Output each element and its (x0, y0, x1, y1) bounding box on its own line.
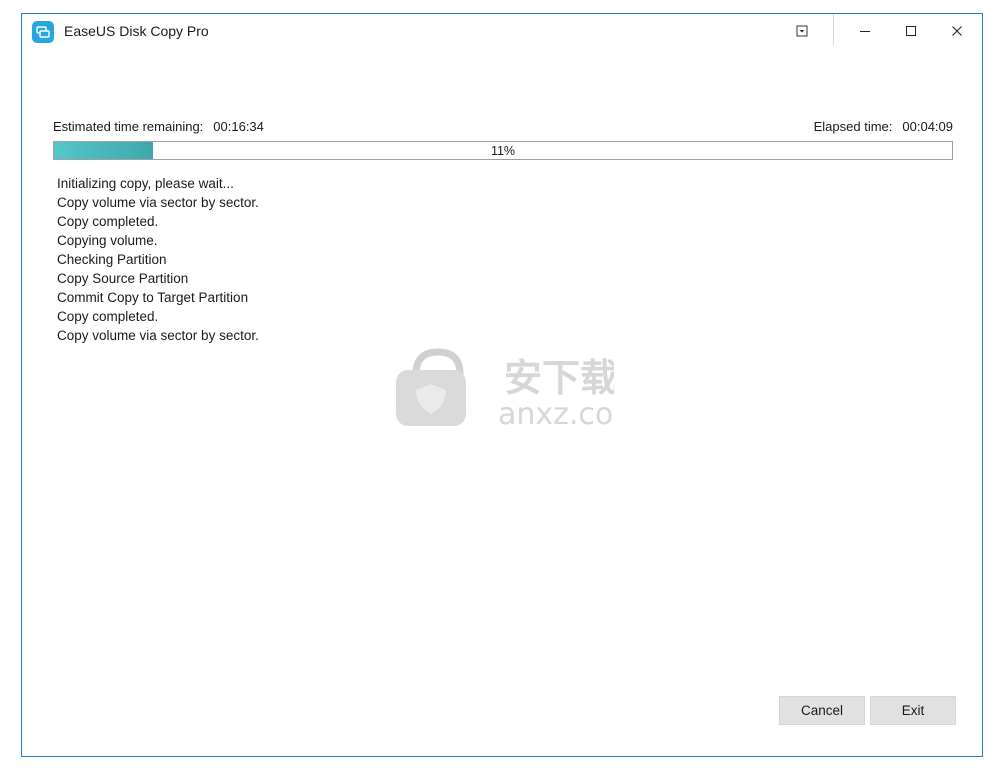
estimated-time: Estimated time remaining: 00:16:34 (53, 119, 264, 134)
cancel-button[interactable]: Cancel (779, 696, 865, 725)
log-line: Initializing copy, please wait... (57, 176, 234, 191)
elapsed-time: Elapsed time: 00:04:09 (814, 119, 953, 134)
maximize-icon (906, 25, 916, 36)
dropdown-menu-button[interactable] (779, 14, 825, 47)
log-line: Copy volume via sector by sector. (57, 328, 259, 343)
copy-progress-bar: 11% (53, 141, 953, 160)
log-line: Copy completed. (57, 214, 159, 229)
log-line: Commit Copy to Target Partition (57, 290, 249, 305)
app-logo-icon (32, 21, 54, 43)
minimize-button[interactable] (842, 14, 888, 47)
log-line: Copying volume. (57, 233, 158, 248)
titlebar-divider (833, 14, 834, 46)
estimated-time-label: Estimated time remaining: (53, 119, 204, 134)
maximize-button[interactable] (888, 14, 934, 47)
watermark-cn-text: 安下载 (504, 356, 614, 400)
window-title: EaseUS Disk Copy Pro (64, 23, 209, 39)
estimated-time-value: 00:16:34 (213, 119, 264, 134)
close-button[interactable] (934, 14, 980, 47)
exit-button[interactable]: Exit (870, 696, 956, 725)
watermark-logo: 安下载 anxz.com (394, 344, 643, 432)
log-line: Checking Partition (57, 252, 167, 267)
log-line: Copy volume via sector by sector. (57, 195, 259, 210)
menu-dropdown-icon (796, 25, 808, 36)
elapsed-time-label: Elapsed time: (813, 119, 893, 134)
elapsed-time-value: 00:04:09 (902, 119, 953, 134)
log-line: Copy completed. (57, 309, 159, 324)
watermark-en-text: anxz.com (498, 397, 614, 428)
progress-percent: 11% (490, 143, 516, 158)
title-bar: EaseUS Disk Copy Pro (22, 14, 982, 47)
log-line: Copy Source Partition (57, 271, 189, 286)
operation-log: Initializing copy, please wait... Copy vo… (57, 174, 259, 345)
minimize-icon (860, 30, 870, 32)
close-icon (952, 25, 962, 36)
app-window: EaseUS Disk Copy Pro Estimated time rema… (21, 13, 983, 757)
